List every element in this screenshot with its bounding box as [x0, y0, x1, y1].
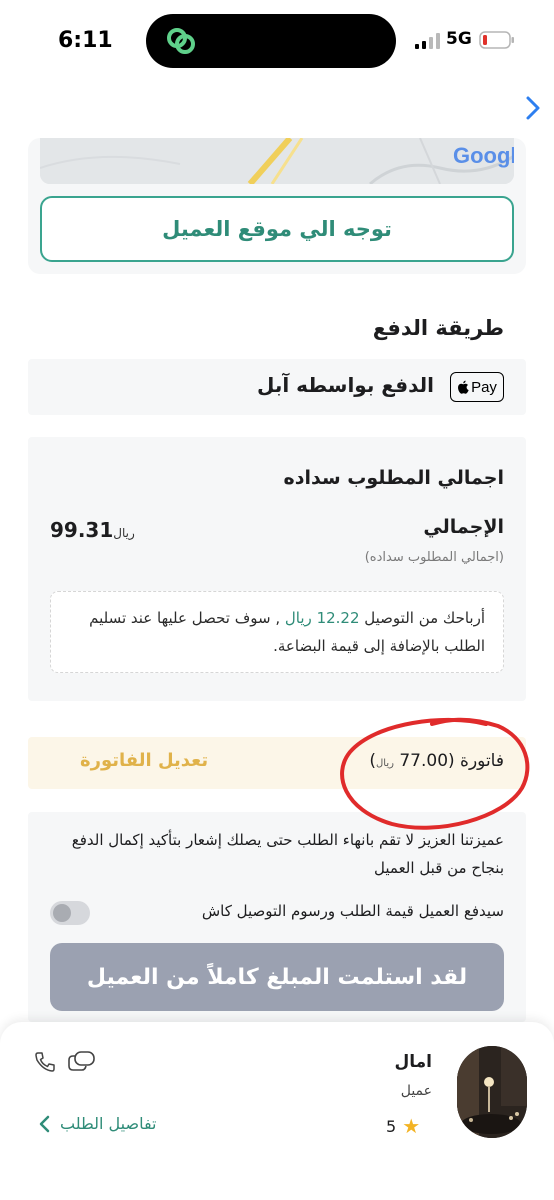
map-roads [40, 138, 514, 184]
customer-rating: 5 ★ [386, 1114, 420, 1138]
signal-icon [415, 33, 440, 49]
edit-invoice-button[interactable]: تعديل الفاتورة [80, 750, 208, 771]
chat-icon[interactable] [66, 1050, 96, 1074]
customer-avatar [457, 1046, 527, 1138]
earnings-prefix: أرباحك من التوصيل [364, 609, 485, 627]
navigate-to-customer-button[interactable]: توجه الي موقع العميل [40, 196, 514, 262]
cash-payment-label: سيدفع العميل قيمة الطلب ورسوم التوصيل كا… [201, 902, 504, 920]
phone-icon[interactable] [33, 1050, 57, 1074]
map-card: Google توجه الي موقع العميل [28, 138, 526, 274]
chevron-right-icon[interactable] [522, 94, 544, 122]
total-currency: ريال [113, 526, 135, 540]
status-bar: 6:11 5G [0, 0, 554, 88]
map-view[interactable]: Google [40, 138, 514, 184]
payment-warning-text: عميزتنا العزيز لا تقم بانهاء الطلب حتى ي… [71, 831, 504, 877]
google-logo: Google [453, 143, 514, 168]
apple-pay-label: Pay [471, 378, 497, 396]
total-value: 99.31 [50, 518, 114, 542]
cash-payment-toggle[interactable] [50, 901, 90, 925]
payment-method-label: الدفع بواسطه آبل [256, 373, 434, 397]
totals-card: اجمالي المطلوب سداده الإجمالي (اجمالي ال… [28, 437, 526, 701]
payment-confirm-card: عميزتنا العزيز لا تقم بانهاء الطلب حتى ي… [28, 812, 526, 1022]
customer-bottom-sheet: امال عميل 5 ★ تفاصيل الطلب [0, 1022, 554, 1200]
earnings-text: أرباحك من التوصيل 12.22 ريال , سوف تحصل … [65, 604, 485, 660]
order-details-label: تفاصيل الطلب [60, 1114, 157, 1133]
apple-icon [458, 380, 469, 394]
annotation-circle [340, 717, 530, 830]
customer-name: امال [394, 1052, 433, 1072]
order-details-link[interactable]: تفاصيل الطلب [38, 1114, 157, 1133]
earnings-info-box: أرباحك من التوصيل 12.22 ريال , سوف تحصل … [50, 591, 504, 673]
link-icon [167, 28, 195, 54]
payment-method-row: Pay الدفع بواسطه آبل [28, 359, 526, 415]
totals-title: اجمالي المطلوب سداده [283, 467, 504, 489]
customer-role: عميل [400, 1083, 432, 1099]
status-time: 6:11 [58, 28, 113, 53]
chevron-left-icon [39, 1115, 50, 1132]
apple-pay-badge: Pay [450, 372, 504, 402]
total-label: الإجمالي [423, 516, 504, 538]
total-amount: ريال99.31 [50, 518, 141, 542]
rating-value: 5 [386, 1116, 397, 1136]
avatar-photo [457, 1046, 527, 1138]
network-type: 5G [446, 29, 472, 49]
dynamic-island [146, 14, 396, 68]
battery-icon [479, 31, 514, 49]
payment-section-title: طريقة الدفع [372, 316, 504, 340]
star-icon: ★ [402, 1114, 421, 1138]
amount-received-button[interactable]: لقد استلمت المبلغ كاملاً من العميل [50, 943, 504, 1011]
total-sublabel: (اجمالي المطلوب سداده) [364, 550, 504, 565]
earnings-amount: 12.22 ريال [284, 609, 360, 627]
